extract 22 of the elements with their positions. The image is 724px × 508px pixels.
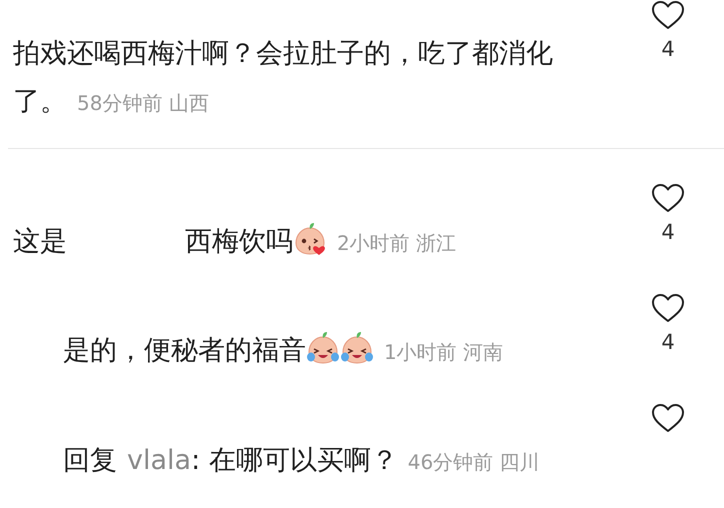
like-count: 4	[661, 36, 675, 62]
comment-text: 回复	[63, 444, 117, 478]
comment-text: 这是	[13, 225, 67, 259]
comment-text: 了。	[13, 85, 67, 119]
comment-meta: 58分钟前 山西	[77, 91, 209, 115]
heart-icon[interactable]	[651, 183, 685, 213]
comment-text: 拍戏还喝西梅汁啊？会拉肚子的，吃了都消化	[13, 37, 553, 71]
comment-text: : 在哪可以买啊？	[191, 444, 398, 478]
comment-text: 西梅饮吗	[185, 225, 293, 259]
heart-icon[interactable]	[651, 293, 685, 323]
comment-meta: 2小时前 浙江	[337, 231, 456, 255]
peach-crying-emoji-icon	[306, 331, 340, 365]
comment-meta: 46分钟前 四川	[408, 450, 540, 474]
reply-username[interactable]: vlala	[127, 445, 192, 476]
comment-meta: 1小时前 河南	[384, 340, 504, 364]
heart-icon[interactable]	[651, 0, 685, 30]
comment-text: 是的，便秘者的福音	[63, 334, 306, 368]
peach-crying-emoji-icon	[340, 331, 374, 365]
like-count: 4	[661, 219, 675, 245]
heart-icon[interactable]	[651, 403, 685, 433]
peach-kiss-emoji-icon	[293, 222, 327, 256]
like-count: 4	[661, 329, 675, 355]
